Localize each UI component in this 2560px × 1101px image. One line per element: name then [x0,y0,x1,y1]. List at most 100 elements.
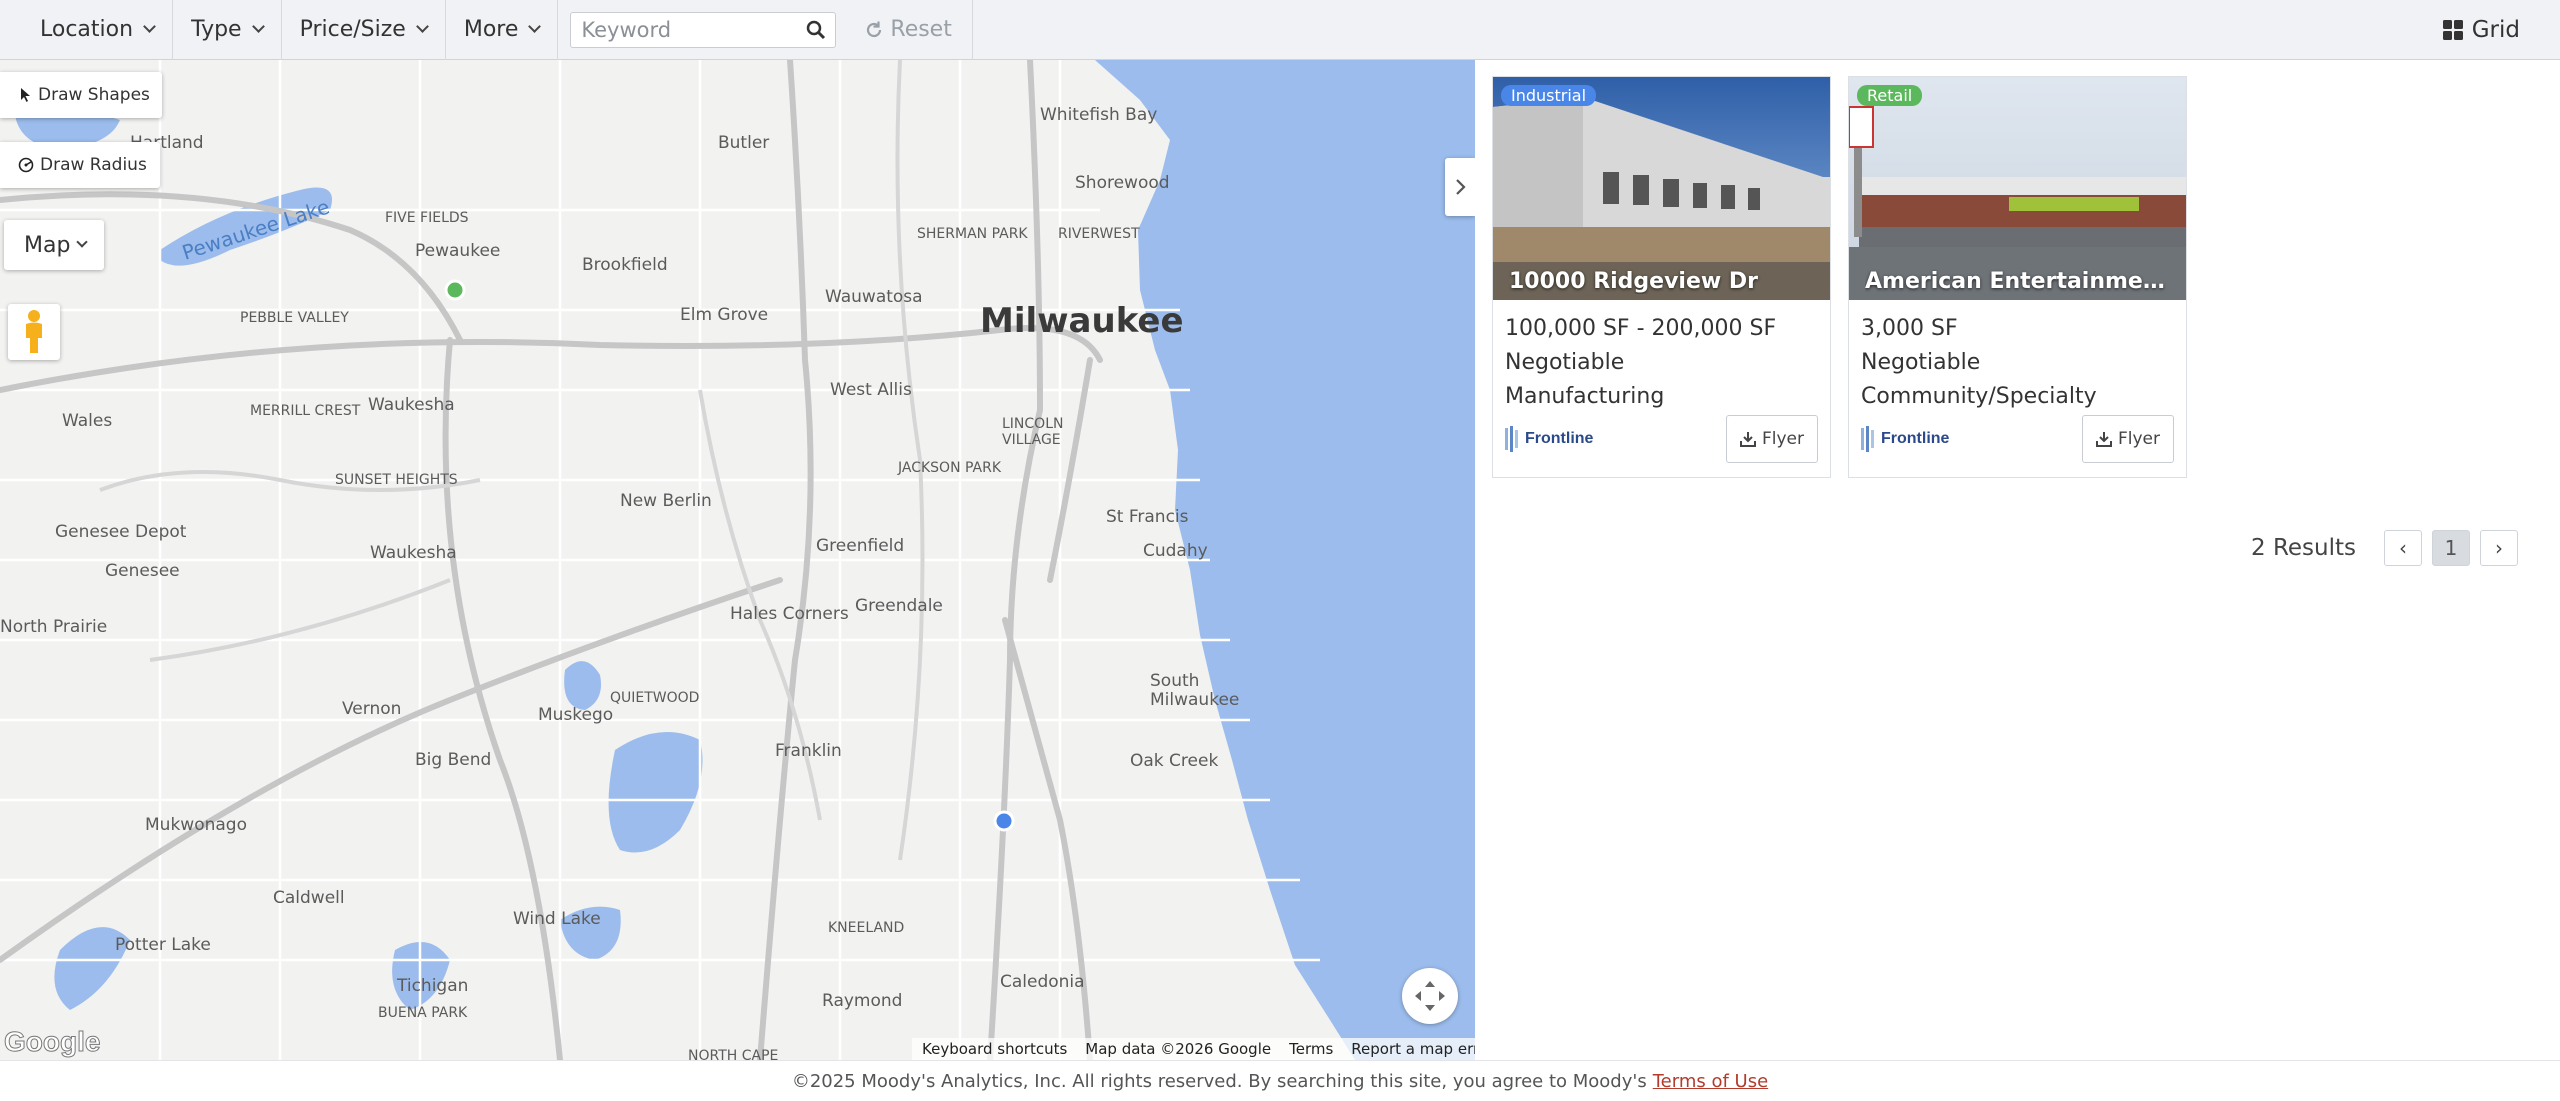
svg-text:LINCOLN: LINCOLN [1002,416,1063,432]
svg-text:MERRILL CREST: MERRILL CREST [250,403,361,419]
keyword-search [570,11,837,48]
svg-text:FIVE FIELDS: FIVE FIELDS [385,210,469,226]
map-type-dropdown[interactable]: Map [4,220,104,270]
listing-price: Negotiable [1505,350,1625,375]
download-icon [1739,432,1756,447]
svg-text:West Allis: West Allis [830,380,912,400]
location-filter[interactable]: Location [0,0,174,60]
svg-text:RIVERWEST: RIVERWEST [1058,226,1140,242]
prev-page-button[interactable]: ‹ [2384,530,2422,566]
listing-title[interactable]: 10000 Ridgeview Dr [1509,269,1819,294]
svg-text:Genesee Depot: Genesee Depot [55,522,187,542]
type-filter[interactable]: Type [173,0,282,60]
svg-text:St Francis: St Francis [1106,507,1189,527]
refresh-icon [867,21,882,37]
camera-control[interactable] [1402,968,1458,1024]
map-type-label: Map [24,232,71,258]
listing-card[interactable]: Retail American Entertainment ... 3,000 … [1848,76,2187,478]
draw-radius-label: Draw Radius [40,155,147,175]
keyboard-shortcuts-link[interactable]: Keyboard shortcuts [922,1040,1067,1058]
flyer-label: Flyer [1761,429,1804,449]
listing-title[interactable]: American Entertainment ... [1865,269,2175,294]
draw-shapes-label: Draw Shapes [38,85,150,105]
next-page-button[interactable]: › [2480,530,2518,566]
report-map-error-link[interactable]: Report a map error [1351,1040,1475,1058]
svg-text:Genesee: Genesee [105,561,180,581]
listing-subtype: Community/Specialty [1861,384,2097,409]
svg-text:Hales Corners: Hales Corners [730,604,849,624]
listing-price: Negotiable [1861,350,1981,375]
price-size-filter[interactable]: Price/Size [282,0,446,60]
svg-text:Butler: Butler [718,133,769,153]
svg-text:Wauwatosa: Wauwatosa [825,287,923,307]
flyer-button[interactable]: Flyer [2082,415,2174,463]
svg-text:Whitefish Bay: Whitefish Bay [1040,105,1157,125]
map-canvas[interactable]: Milwaukee Pewaukee Lake Hartland Butler W… [0,60,1475,1060]
frontline-logo-icon [1505,426,1518,452]
svg-text:Vernon: Vernon [342,699,401,719]
type-filter-label: Type [191,17,242,42]
listing-card[interactable]: Industrial 10000 Ridgeview Dr 100,000 SF… [1492,76,1831,478]
results-panel: Industrial 10000 Ridgeview Dr 100,000 SF… [1475,60,2560,1060]
move-arrows-icon [1415,981,1445,1011]
map-data-text: Map data ©2026 Google [1085,1040,1272,1058]
chevron-down-icon [251,20,265,33]
svg-text:Mukwonago: Mukwonago [145,815,247,835]
chevron-down-icon [76,236,89,248]
collapse-panel-button[interactable] [1445,158,1475,216]
svg-text:Waukesha: Waukesha [370,543,457,563]
map-attribution: Keyboard shortcuts Map data ©2026 Google… [912,1038,1475,1060]
chevron-down-icon [415,20,429,33]
footer: ©2025 Moody's Analytics, Inc. All rights… [0,1060,2560,1101]
svg-text:Elm Grove: Elm Grove [680,305,768,325]
svg-text:Milwaukee: Milwaukee [980,301,1184,341]
search-icon[interactable] [806,20,826,40]
svg-text:Cudahy: Cudahy [1143,541,1208,561]
svg-text:Greenfield: Greenfield [816,536,904,556]
grid-view-button[interactable]: Grid [2442,17,2520,43]
svg-text:JACKSON PARK: JACKSON PARK [897,460,1002,476]
svg-text:VILLAGE: VILLAGE [1002,432,1061,448]
listing-photo[interactable]: Industrial 10000 Ridgeview Dr [1493,77,1830,300]
svg-text:PEBBLE VALLEY: PEBBLE VALLEY [240,310,349,326]
filter-toolbar: Location Type Price/Size More Reset Grid [0,0,2560,60]
more-filter[interactable]: More [446,0,559,60]
svg-text:Wales: Wales [62,411,112,431]
svg-text:Tichigan: Tichigan [396,976,468,996]
grid-view-label: Grid [2471,16,2520,43]
frontline-logo-icon [1861,426,1874,452]
svg-text:Brookfield: Brookfield [582,255,668,275]
svg-text:BUENA PARK: BUENA PARK [378,1005,468,1021]
pegman-icon [26,310,42,353]
svg-text:Wind Lake: Wind Lake [513,909,601,929]
broker-name: Frontline [1525,430,1594,447]
broker-logo: Frontline [1505,426,1593,452]
chevron-right-icon [1456,179,1466,195]
warehouse-photo [1493,77,1830,300]
draw-radius-button[interactable]: Draw Radius [0,142,160,188]
street-view-pegman[interactable] [8,304,60,360]
radius-icon [18,157,34,173]
copyright-text: ©2025 Moody's Analytics, Inc. All rights… [791,1070,1647,1092]
flyer-button[interactable]: Flyer [1726,415,1818,463]
price-size-filter-label: Price/Size [299,17,406,42]
results-count: 2 Results [2251,535,2356,561]
svg-text:SUNSET HEIGHTS: SUNSET HEIGHTS [335,472,458,488]
listing-photo[interactable]: Retail American Entertainment ... [1849,77,2186,300]
svg-text:QUIETWOOD: QUIETWOOD [610,690,699,706]
cursor-icon [21,88,30,102]
svg-text:Waukesha: Waukesha [368,395,455,415]
map-terms-link[interactable]: Terms [1289,1040,1333,1058]
more-filter-label: More [463,17,519,42]
reset-button[interactable]: Reset [864,0,973,60]
svg-text:New Berlin: New Berlin [620,491,712,511]
svg-text:Raymond: Raymond [822,991,902,1011]
svg-text:Caledonia: Caledonia [1000,972,1085,992]
keyword-input[interactable] [570,11,837,48]
draw-shapes-button[interactable]: Draw Shapes [0,72,162,118]
page-1-button[interactable]: 1 [2432,530,2470,566]
flyer-label: Flyer [2117,429,2160,449]
svg-text:Caldwell: Caldwell [273,888,345,908]
terms-of-use-link[interactable]: Terms of Use [1653,1071,1768,1092]
broker-name: Frontline [1881,430,1950,447]
